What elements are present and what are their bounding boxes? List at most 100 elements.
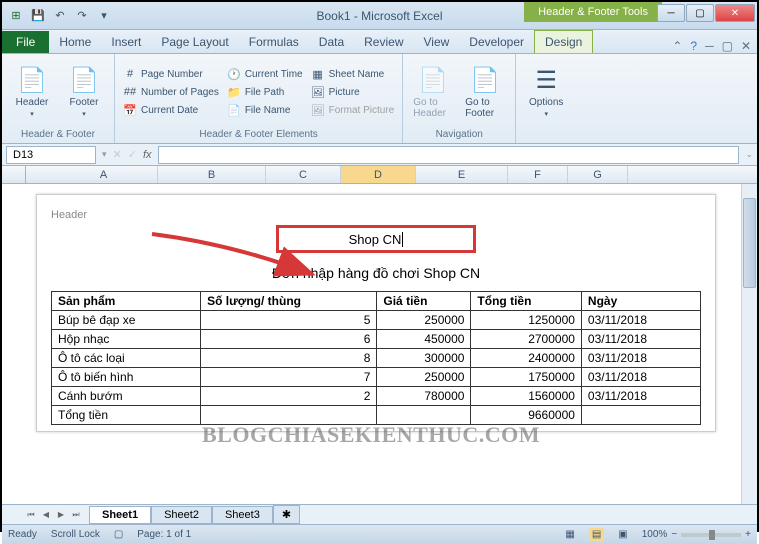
maximize-button[interactable]: ▢	[686, 4, 714, 22]
col-header-b[interactable]: B	[158, 166, 266, 183]
table-header[interactable]: Giá tiền	[377, 292, 471, 311]
tab-developer[interactable]: Developer	[459, 31, 534, 53]
table-cell[interactable]: Ô tô biến hình	[52, 368, 201, 387]
sheet-tab-1[interactable]: Sheet1	[89, 506, 151, 524]
table-cell[interactable]: 250000	[377, 368, 471, 387]
table-cell[interactable]: 03/11/2018	[581, 311, 700, 330]
fx-icon[interactable]: fx	[143, 149, 152, 161]
scroll-thumb[interactable]	[743, 198, 756, 288]
sheet-tab-3[interactable]: Sheet3	[212, 506, 273, 524]
table-cell[interactable]: Cánh bướm	[52, 387, 201, 406]
file-tab[interactable]: File	[2, 31, 49, 53]
table-cell[interactable]: 03/11/2018	[581, 387, 700, 406]
file-path-button[interactable]: 📁File Path	[225, 84, 305, 100]
table-cell[interactable]: 250000	[377, 311, 471, 330]
table-cell[interactable]: 2	[201, 387, 377, 406]
close-button[interactable]: ✕	[715, 4, 755, 22]
table-cell[interactable]: 780000	[377, 387, 471, 406]
undo-icon[interactable]: ↶	[50, 6, 70, 26]
view-page-layout-icon[interactable]: ▤	[589, 528, 604, 541]
qat-dropdown-icon[interactable]: ▾	[94, 6, 114, 26]
excel-icon[interactable]: ⊞	[6, 6, 26, 26]
col-header-e[interactable]: E	[416, 166, 508, 183]
sub-restore-icon[interactable]: ▢	[722, 39, 733, 53]
total-value[interactable]: 9660000	[471, 406, 582, 425]
col-header-a[interactable]: A	[50, 166, 158, 183]
formula-bar[interactable]	[158, 146, 740, 164]
table-header[interactable]: Ngày	[581, 292, 700, 311]
tab-nav-next-icon[interactable]: ▶	[54, 508, 68, 522]
save-icon[interactable]: 💾	[28, 6, 48, 26]
view-page-break-icon[interactable]: ▣	[618, 529, 627, 540]
tab-page-layout[interactable]: Page Layout	[151, 31, 238, 53]
table-cell[interactable]: Búp bê đạp xe	[52, 311, 201, 330]
table-header[interactable]: Sản phẩm	[52, 292, 201, 311]
tab-nav-last-icon[interactable]: ⏭	[69, 508, 83, 522]
view-normal-icon[interactable]: ▦	[565, 529, 574, 540]
tab-formulas[interactable]: Formulas	[239, 31, 309, 53]
table-cell[interactable]: 03/11/2018	[581, 368, 700, 387]
zoom-slider[interactable]	[681, 533, 741, 537]
data-table[interactable]: Sản phẩmSố lượng/ thùngGiá tiềnTổng tiền…	[51, 291, 701, 425]
table-row[interactable]: Ô tô các loại8300000240000003/11/2018	[52, 349, 701, 368]
table-cell[interactable]: 2700000	[471, 330, 582, 349]
vertical-scrollbar[interactable]	[741, 184, 757, 504]
document-title[interactable]: Đơn nhập hàng đồ chơi Shop CN	[51, 265, 701, 281]
table-row[interactable]: Búp bê đạp xe5250000125000003/11/2018	[52, 311, 701, 330]
table-cell[interactable]: 03/11/2018	[581, 330, 700, 349]
tab-nav-prev-icon[interactable]: ◀	[39, 508, 53, 522]
col-header-d[interactable]: D	[341, 166, 416, 183]
redo-icon[interactable]: ↷	[72, 6, 92, 26]
zoom-in-icon[interactable]: +	[745, 529, 751, 540]
name-box[interactable]: D13	[6, 146, 96, 164]
table-cell[interactable]: 1750000	[471, 368, 582, 387]
table-cell[interactable]: 1250000	[471, 311, 582, 330]
picture-button[interactable]: 🖼Picture	[309, 84, 397, 100]
table-header[interactable]: Tổng tiền	[471, 292, 582, 311]
tab-view[interactable]: View	[414, 31, 460, 53]
minimize-button[interactable]: ─	[657, 4, 685, 22]
tab-insert[interactable]: Insert	[101, 31, 151, 53]
table-row[interactable]: Hộp nhạc6450000270000003/11/2018	[52, 330, 701, 349]
table-row[interactable]: Ô tô biến hình7250000175000003/11/2018	[52, 368, 701, 387]
sheet-name-button[interactable]: ▦Sheet Name	[309, 66, 397, 82]
table-cell[interactable]: 6	[201, 330, 377, 349]
sheet-tab-2[interactable]: Sheet2	[151, 506, 212, 524]
table-header[interactable]: Số lượng/ thùng	[201, 292, 377, 311]
tab-nav-first-icon[interactable]: ⏮	[24, 508, 38, 522]
sub-min-icon[interactable]: ─	[705, 39, 714, 53]
table-cell[interactable]: 300000	[377, 349, 471, 368]
header-center-input[interactable]: Shop CN	[276, 225, 476, 253]
sub-close-icon[interactable]: ✕	[741, 39, 751, 53]
footer-button[interactable]: 📄Footer▾	[60, 57, 108, 127]
table-cell[interactable]: 450000	[377, 330, 471, 349]
select-all-corner[interactable]	[2, 166, 26, 183]
table-cell[interactable]: 1560000	[471, 387, 582, 406]
total-label[interactable]: Tổng tiền	[52, 406, 201, 425]
current-date-button[interactable]: 📅Current Date	[121, 102, 221, 118]
table-cell[interactable]: 03/11/2018	[581, 349, 700, 368]
minimize-ribbon-icon[interactable]: ⌃	[672, 39, 682, 53]
table-total-row[interactable]: Tổng tiền 9660000	[52, 406, 701, 425]
table-cell[interactable]: 5	[201, 311, 377, 330]
table-cell[interactable]: Hộp nhạc	[52, 330, 201, 349]
col-header-c[interactable]: C	[266, 166, 341, 183]
tab-review[interactable]: Review	[354, 31, 413, 53]
macro-record-icon[interactable]: ▢	[114, 529, 123, 540]
header-button[interactable]: 📄Header▾	[8, 57, 56, 127]
new-sheet-button[interactable]: ✱	[273, 505, 300, 524]
tab-design[interactable]: Design	[534, 30, 593, 53]
tab-data[interactable]: Data	[309, 31, 354, 53]
zoom-out-icon[interactable]: −	[671, 529, 677, 540]
table-cell[interactable]: 8	[201, 349, 377, 368]
number-of-pages-button[interactable]: ##Number of Pages	[121, 84, 221, 100]
table-cell[interactable]: 2400000	[471, 349, 582, 368]
options-button[interactable]: ☰Options▾	[522, 57, 570, 127]
zoom-level[interactable]: 100%	[642, 529, 668, 540]
file-name-button[interactable]: 📄File Name	[225, 102, 305, 118]
table-cell[interactable]: 7	[201, 368, 377, 387]
page-number-button[interactable]: #Page Number	[121, 66, 221, 82]
table-row[interactable]: Cánh bướm2780000156000003/11/2018	[52, 387, 701, 406]
tab-home[interactable]: Home	[49, 31, 101, 53]
goto-footer-button[interactable]: 📄Go to Footer	[461, 57, 509, 127]
